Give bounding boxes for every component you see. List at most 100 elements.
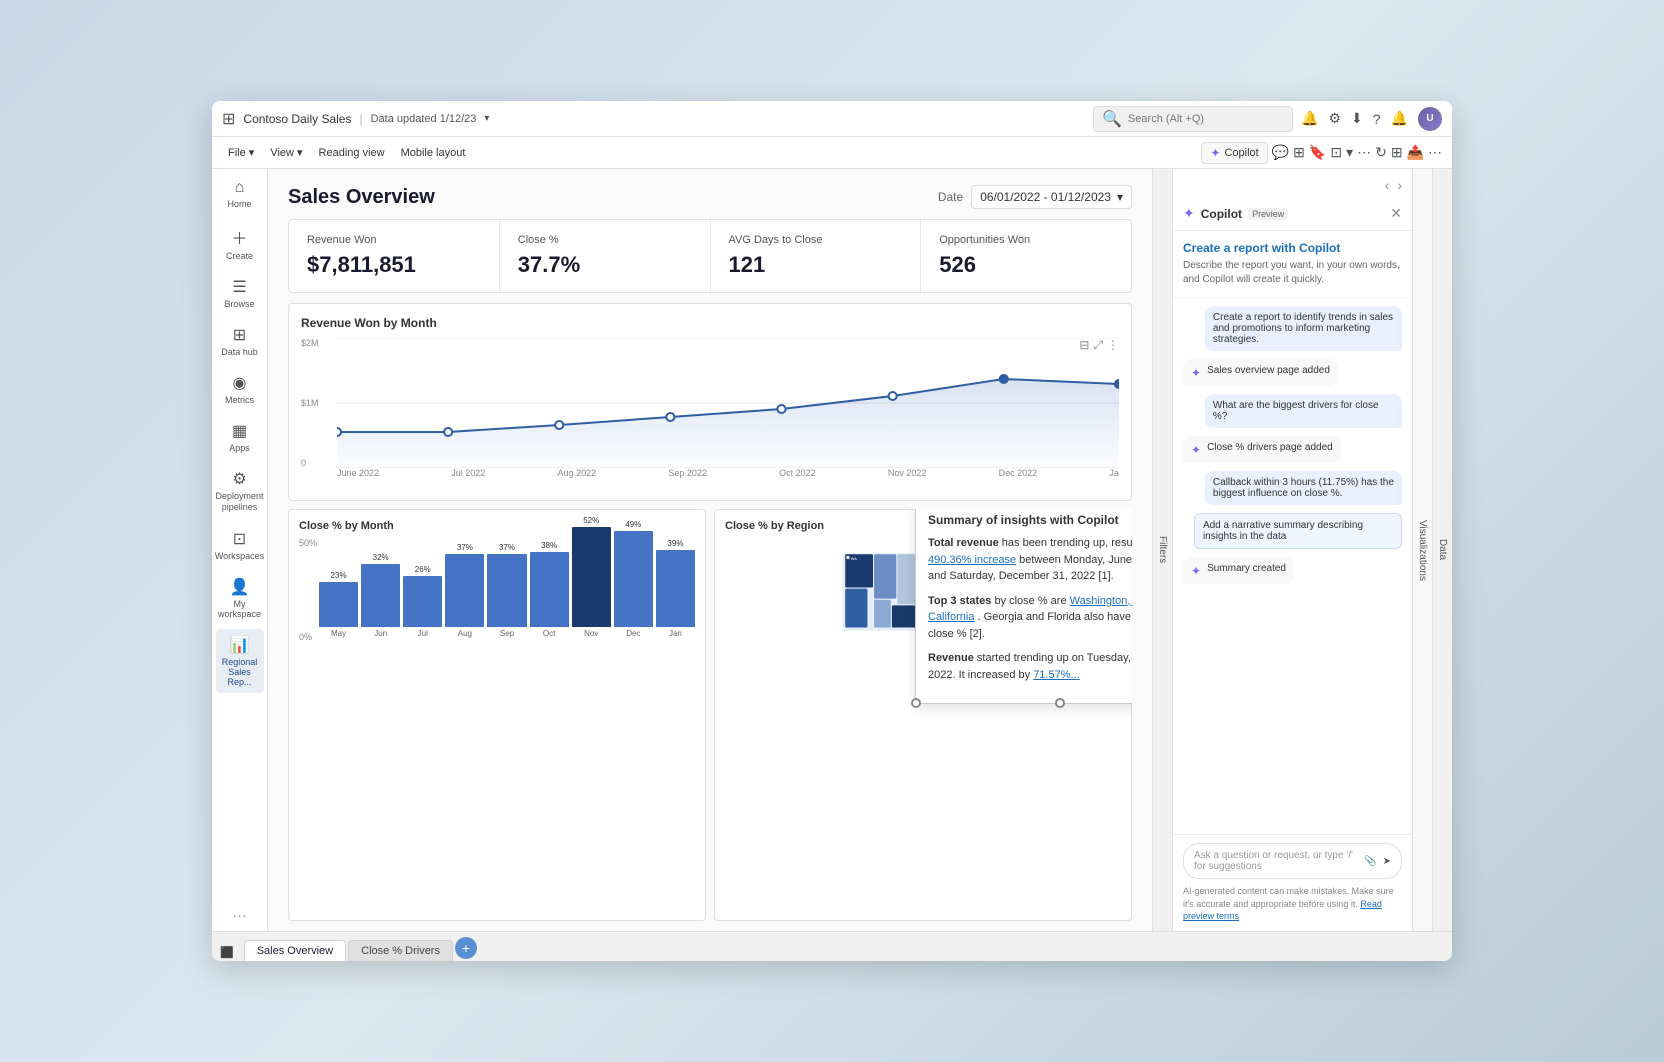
main-area: ⌂ Home ＋ Create ☰ Browse ⊞ Data hub ◉ Me… — [212, 169, 1452, 931]
dropdown-chevron-icon[interactable]: ▾ — [484, 113, 489, 124]
format-icon[interactable]: ▾ — [1346, 144, 1353, 161]
bar-may-label: May — [331, 629, 346, 638]
bar-jun: 32% Jun — [361, 553, 400, 638]
date-chevron-icon: ▾ — [1117, 190, 1123, 204]
avatar[interactable]: U — [1418, 107, 1442, 131]
collapse-right-icon[interactable]: › — [1393, 173, 1406, 197]
chat-input-box[interactable]: Ask a question or request, or type '/' f… — [1183, 843, 1402, 879]
chat-input-buttons: 📎 ➤ — [1364, 856, 1391, 867]
grid-icon[interactable]: ⊞ — [222, 109, 235, 129]
insight-revenue-bold: Total revenue — [928, 537, 999, 549]
sidebar-item-datahub[interactable]: ⊞ Data hub — [216, 319, 264, 363]
kpi-avg-days: AVG Days to Close 121 — [711, 220, 922, 292]
line-chart-svg — [337, 338, 1119, 468]
settings-icon[interactable]: ⚙ — [1328, 110, 1341, 127]
bar-chart: 23% May 32% Jun 26% — [319, 538, 695, 638]
bar-jan: 39% Jan — [656, 539, 695, 638]
chat-input-placeholder: Ask a question or request, or type '/' f… — [1194, 850, 1364, 872]
tab-add-btn[interactable]: + — [455, 937, 477, 959]
viz-panel[interactable]: Visualizations — [1412, 169, 1432, 931]
close-by-month-card: Close % by Month 50% 0% 23% May 32% — [288, 509, 706, 921]
sidebar-item-workspaces[interactable]: ⊡ Workspaces — [216, 523, 264, 567]
data-panel[interactable]: Data — [1432, 169, 1452, 931]
chat-msg-2-text: Sales overview page added — [1207, 365, 1330, 376]
resize-handle-bc[interactable] — [1055, 698, 1065, 708]
search-box[interactable]: 🔍 — [1093, 106, 1293, 132]
date-value-dropdown[interactable]: 06/01/2022 - 01/12/2023 ▾ — [971, 185, 1132, 209]
wa-label: WA — [851, 556, 858, 561]
bar-jul-label: Jul — [418, 629, 428, 638]
x-label-sep: Sep 2022 — [668, 468, 707, 488]
x-label-nov: Nov 2022 — [888, 468, 927, 488]
chat-attach-icon[interactable]: 📎 — [1364, 856, 1376, 867]
mobile-layout-btn[interactable]: Mobile layout — [395, 145, 472, 161]
bottom-tabs: ⬛ Sales Overview Close % Drivers + — [212, 931, 1452, 961]
bar-oct-pct: 38% — [541, 541, 557, 550]
chat-msg-6-text: Summary created — [1207, 563, 1286, 574]
revenue-chart-title: Revenue Won by Month — [301, 316, 1119, 330]
comment-icon[interactable]: 💬 — [1272, 144, 1289, 161]
bell-icon[interactable]: 🔔 — [1301, 110, 1318, 127]
chart-more-icon[interactable]: ⋮ — [1107, 338, 1119, 353]
help-icon[interactable]: ? — [1373, 111, 1381, 127]
chat-send-icon[interactable]: ➤ — [1383, 856, 1391, 867]
x-label-jun: June 2022 — [337, 468, 379, 488]
chat-msg-6: ✦ Summary created — [1183, 557, 1294, 584]
copilot-panel-header: ✦ Copilot Preview ✕ — [1173, 197, 1412, 231]
sidebar-item-myworkspace[interactable]: 👤 My workspace — [216, 571, 264, 625]
sidebar-item-apps[interactable]: ▦ Apps — [216, 415, 264, 459]
sidebar-item-browse[interactable]: ☰ Browse — [216, 271, 264, 315]
copilot-btn-label: Copilot — [1224, 147, 1258, 159]
file-menu[interactable]: File ▾ — [222, 144, 260, 161]
insight-490-link[interactable]: 490.36% increase — [928, 554, 1016, 566]
sidebar-item-create[interactable]: ＋ Create — [216, 219, 264, 267]
share-icon[interactable]: 📤 — [1407, 144, 1424, 161]
feedback-icon[interactable]: 🔔 — [1391, 110, 1408, 127]
filters-panel[interactable]: Filters — [1152, 169, 1172, 931]
sidebar-item-deployment[interactable]: ⚙ Deployment pipelines — [216, 463, 264, 519]
content-area: Sales Overview Date 06/01/2022 - 01/12/2… — [268, 169, 1152, 931]
bar-dec-label: Dec — [626, 629, 640, 638]
resize-handle-bl[interactable] — [911, 698, 921, 708]
chat-input-area: Ask a question or request, or type '/' f… — [1173, 834, 1412, 931]
download-icon[interactable]: ⬇ — [1351, 110, 1363, 127]
date-range-text: 06/01/2022 - 01/12/2023 — [980, 190, 1111, 204]
insight-71-link[interactable]: 71.57%... — [1033, 669, 1079, 681]
sidebar-more-btn[interactable]: ··· — [225, 899, 255, 931]
collapse-left-icon[interactable]: ‹ — [1381, 173, 1394, 197]
viz-label: Visualizations — [1417, 520, 1428, 581]
bar-dec-pct: 49% — [625, 520, 641, 529]
kpi-revenue-label: Revenue Won — [307, 234, 481, 246]
sidebar-item-regional-label: Regional Sales Rep... — [218, 657, 262, 687]
ellipsis-icon[interactable]: ⋯ — [1428, 144, 1442, 161]
grid2-icon[interactable]: ⊞ — [1391, 144, 1403, 161]
bookmark-icon[interactable]: 🔖 — [1309, 144, 1326, 161]
chart-filter-icon[interactable]: ⊟ — [1079, 338, 1089, 353]
bar-oct: 38% Oct — [530, 541, 569, 638]
kpi-avg-value: 121 — [729, 252, 903, 278]
bar-jan-pct: 39% — [667, 539, 683, 548]
sidebar-item-regional[interactable]: 📊 Regional Sales Rep... — [216, 629, 264, 693]
copilot-preview-badge: Preview — [1248, 208, 1288, 220]
sidebar-item-metrics[interactable]: ◉ Metrics — [216, 367, 264, 411]
kpi-avg-label: AVG Days to Close — [729, 234, 903, 246]
filter2-icon[interactable]: ⊡ — [1330, 144, 1342, 161]
chart-expand-icon[interactable]: ⤢ — [1093, 338, 1103, 353]
map-mountain2 — [874, 600, 891, 628]
search-input[interactable] — [1128, 113, 1268, 125]
view-menu[interactable]: View ▾ — [264, 144, 308, 161]
reading-view-btn[interactable]: Reading view — [313, 145, 391, 161]
chat-suggestion-1[interactable]: Add a narrative summary describing insig… — [1194, 513, 1402, 549]
more-options-icon[interactable]: ⋯ — [1357, 144, 1371, 161]
copilot-button[interactable]: ✦ Copilot — [1201, 142, 1267, 164]
refresh-icon[interactable]: ↻ — [1375, 144, 1387, 161]
wa-dot — [846, 556, 849, 559]
tab-close-drivers[interactable]: Close % Drivers — [348, 940, 453, 961]
copilot-close-btn[interactable]: ✕ — [1390, 205, 1402, 222]
view-toggle-icon[interactable]: ⊞ — [1293, 144, 1305, 161]
sidebar-item-home[interactable]: ⌂ Home — [216, 173, 264, 215]
x-label-aug: Aug 2022 — [558, 468, 597, 488]
tab-sales-overview[interactable]: Sales Overview — [244, 940, 346, 961]
create-report-label[interactable]: Create a report with Copilot — [1183, 241, 1402, 255]
create-report-desc: Describe the report you want, in your ow… — [1183, 259, 1402, 287]
